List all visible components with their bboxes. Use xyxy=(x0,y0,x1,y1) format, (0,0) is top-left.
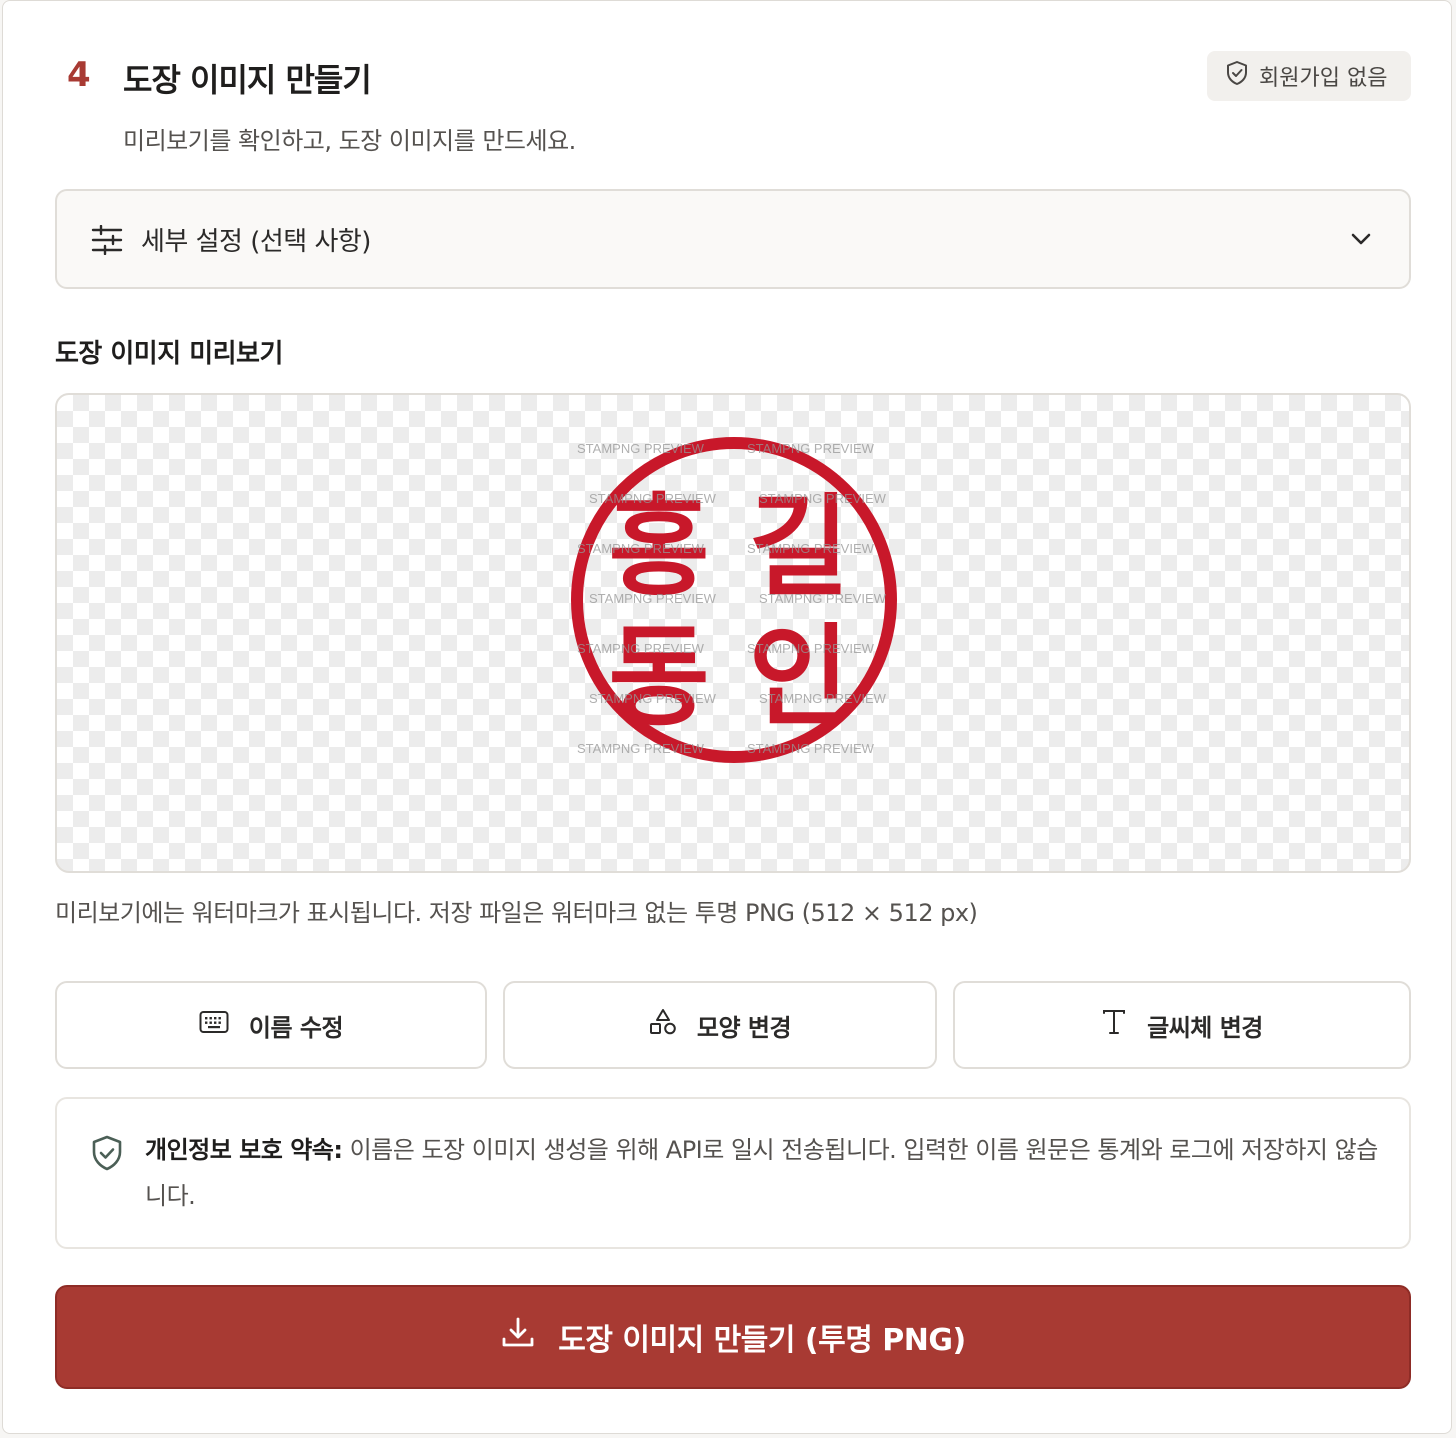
watermark: STAMPNG PREVIEW xyxy=(577,541,704,556)
watermark: STAMPNG PREVIEW xyxy=(589,491,716,506)
watermark: STAMPNG PREVIEW xyxy=(747,541,874,556)
change-shape-label: 모양 변경 xyxy=(696,1013,792,1042)
preview-heading: 도장 이미지 미리보기 xyxy=(55,339,283,369)
shapes-icon xyxy=(649,1008,677,1042)
step-subtitle: 미리보기를 확인하고, 도장 이미지를 만드세요. xyxy=(123,127,576,155)
detail-settings-toggle[interactable]: 세부 설정 (선택 사항) xyxy=(55,189,1411,289)
watermark: STAMPNG PREVIEW xyxy=(577,441,704,456)
settings-label: 세부 설정 (선택 사항) xyxy=(141,227,371,257)
create-stamp-button[interactable]: 도장 이미지 만들기 (투명 PNG) xyxy=(55,1285,1411,1389)
watermark: STAMPNG PREVIEW xyxy=(589,691,716,706)
stamp-preview: 홍 길 동 인 STAMPNG PREVIEW STAMPNG PREVIEW … xyxy=(55,393,1411,873)
create-stamp-label: 도장 이미지 만들기 (투명 PNG) xyxy=(558,1323,966,1358)
step-number: 4 xyxy=(67,55,91,95)
watermark: STAMPNG PREVIEW xyxy=(747,441,874,456)
change-font-button[interactable]: 글씨체 변경 xyxy=(953,981,1411,1069)
watermark: STAMPNG PREVIEW xyxy=(577,741,704,756)
stamp-char-4: 인 xyxy=(748,613,849,741)
keyboard-icon xyxy=(199,1010,229,1040)
stamp-maker-card: 4 도장 이미지 만들기 미리보기를 확인하고, 도장 이미지를 만드세요. 회… xyxy=(2,0,1452,1434)
chevron-down-icon xyxy=(1349,227,1373,255)
edit-name-label: 이름 수정 xyxy=(248,1013,344,1042)
preview-note: 미리보기에는 워터마크가 표시됩니다. 저장 파일은 워터마크 없는 투명 PN… xyxy=(55,899,978,927)
watermark: STAMPNG PREVIEW xyxy=(747,641,874,656)
no-signup-badge: 회원가입 없음 xyxy=(1207,51,1411,101)
watermark: STAMPNG PREVIEW xyxy=(759,691,886,706)
change-shape-button[interactable]: 모양 변경 xyxy=(503,981,937,1069)
watermark: STAMPNG PREVIEW xyxy=(589,591,716,606)
step-title: 도장 이미지 만들기 xyxy=(123,61,372,99)
privacy-text: 개인정보 보호 약속: 이름은 도장 이미지 생성을 위해 API로 일시 전송… xyxy=(145,1127,1385,1219)
shield-check-icon xyxy=(91,1135,123,1175)
watermark: STAMPNG PREVIEW xyxy=(759,591,886,606)
privacy-notice: 개인정보 보호 약속: 이름은 도장 이미지 생성을 위해 API로 일시 전송… xyxy=(55,1097,1411,1249)
shield-check-icon xyxy=(1225,60,1249,92)
badge-label: 회원가입 없음 xyxy=(1259,66,1388,91)
watermark: STAMPNG PREVIEW xyxy=(747,741,874,756)
download-icon xyxy=(500,1315,536,1359)
watermark: STAMPNG PREVIEW xyxy=(577,641,704,656)
change-font-label: 글씨체 변경 xyxy=(1147,1013,1263,1042)
edit-name-button[interactable]: 이름 수정 xyxy=(55,981,487,1069)
sliders-icon xyxy=(91,224,123,259)
type-icon xyxy=(1101,1008,1127,1042)
watermark: STAMPNG PREVIEW xyxy=(759,491,886,506)
stamp-char-3: 동 xyxy=(608,613,709,741)
privacy-title: 개인정보 보호 약속: xyxy=(145,1136,343,1164)
